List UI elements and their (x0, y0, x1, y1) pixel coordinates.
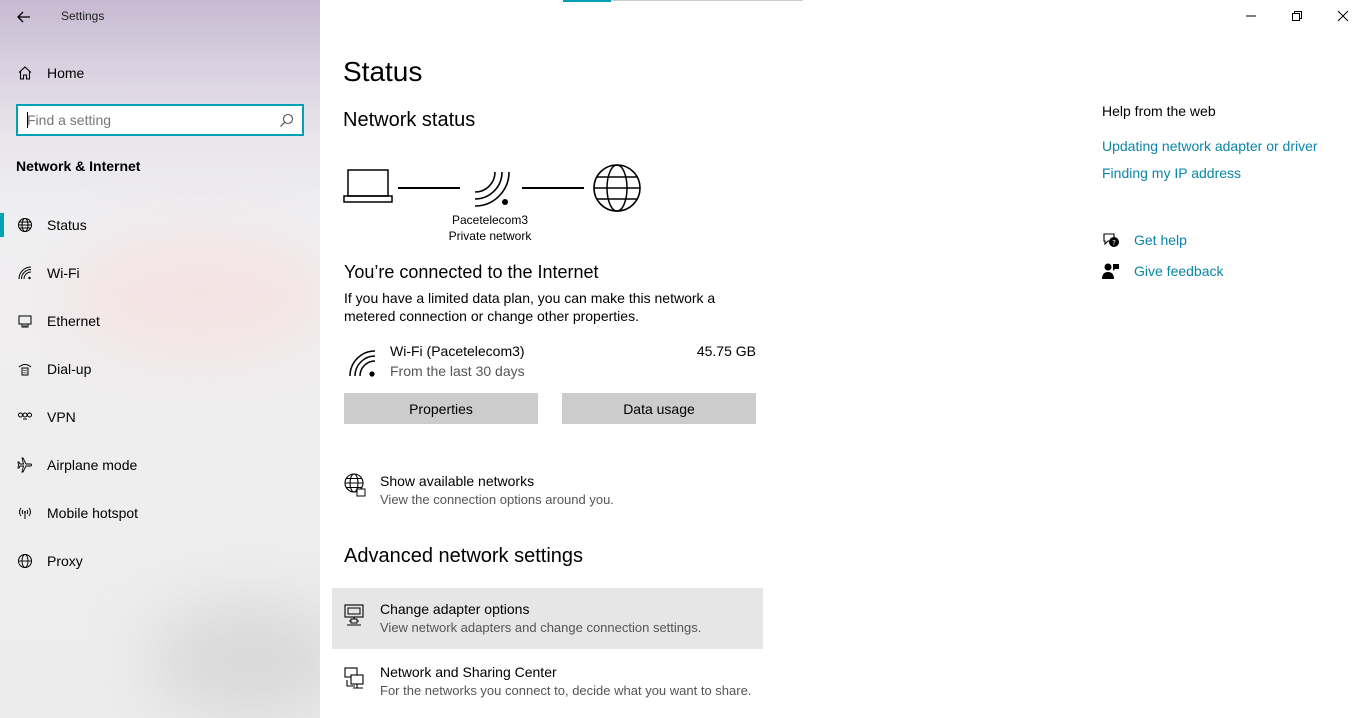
svg-text:?: ? (1112, 239, 1116, 247)
change-adapter-options-link[interactable]: Change adapter options View network adap… (332, 588, 763, 649)
app-title: Settings (61, 9, 105, 23)
sidebar-item-vpn[interactable]: VPN (0, 399, 320, 447)
wifi-icon (474, 171, 510, 207)
backdrop-blur (150, 600, 320, 718)
globe-icon (16, 216, 34, 234)
get-help-icon: ? (1103, 233, 1119, 247)
restore-button[interactable] (1274, 0, 1320, 32)
sidebar-item-dialup[interactable]: Dial-up (0, 351, 320, 399)
sidebar-item-label: Airplane mode (47, 457, 138, 473)
sidebar-item-label: VPN (47, 409, 76, 425)
minimize-icon (1246, 15, 1256, 17)
data-usage-button[interactable]: Data usage (562, 393, 756, 424)
row-title: Network and Sharing Center (380, 664, 557, 680)
sidebar-item-ethernet[interactable]: Ethernet (0, 303, 320, 351)
back-arrow-icon (17, 11, 30, 23)
give-feedback-label: Give feedback (1134, 263, 1224, 279)
globe-icon (16, 552, 34, 570)
properties-button[interactable]: Properties (344, 393, 538, 424)
network-diagram: Pacetelecom3 Private network (343, 160, 643, 250)
vpn-icon (16, 408, 34, 426)
network-status-header: Network status (343, 109, 476, 131)
restore-icon (1292, 11, 1302, 21)
sidebar-nav: Status Wi-Fi Ethernet Dial-up VPN Airpla… (0, 207, 320, 591)
back-button[interactable] (10, 4, 38, 30)
help-link-find-ip[interactable]: Finding my IP address (1102, 165, 1241, 181)
sidebar-item-home[interactable]: Home (0, 56, 320, 90)
connection-name: Wi-Fi (Pacetelecom3) (390, 343, 525, 359)
connection-line (398, 187, 460, 189)
close-icon (1337, 10, 1349, 22)
network-adapter-icon (344, 604, 364, 626)
usage-period: From the last 30 days (390, 363, 525, 379)
section-title: Network & Internet (16, 158, 141, 174)
row-desc: View network adapters and change connect… (380, 620, 702, 635)
close-button[interactable] (1320, 0, 1362, 32)
sidebar-item-label: Ethernet (47, 313, 100, 329)
sidebar-item-label: Mobile hotspot (47, 505, 139, 521)
connection-line (522, 187, 584, 189)
sidebar: Settings Home Network & Internet Status … (0, 0, 320, 718)
sidebar-item-label: Proxy (47, 553, 83, 569)
get-help-label: Get help (1134, 232, 1187, 248)
row-title: Change adapter options (380, 601, 530, 617)
globe-icon (593, 164, 641, 212)
row-desc: View the connection options around you. (380, 492, 614, 507)
dialup-icon (16, 360, 34, 378)
hotspot-icon (16, 504, 34, 522)
sharing-center-icon (344, 667, 364, 689)
airplane-icon (16, 456, 34, 474)
selection-indicator (0, 213, 4, 237)
title-bar: Settings (0, 0, 320, 34)
advanced-settings-header: Advanced network settings (344, 545, 584, 567)
sidebar-item-label: Status (47, 217, 87, 233)
wifi-icon (349, 350, 376, 377)
sidebar-item-label: Dial-up (47, 361, 92, 377)
minimize-button[interactable] (1228, 0, 1274, 32)
home-icon (16, 64, 34, 82)
network-sharing-center-link[interactable]: Network and Sharing Center For the netwo… (332, 651, 763, 712)
search-box[interactable] (16, 104, 304, 136)
ethernet-icon (16, 312, 34, 330)
network-type-label: Private network (448, 229, 532, 243)
connection-status-title: You’re connected to the Internet (344, 262, 599, 282)
help-from-web-header: Help from the web (1102, 103, 1216, 119)
search-input[interactable] (27, 112, 277, 128)
sidebar-item-label: Wi-Fi (47, 265, 80, 281)
network-globe-icon (344, 473, 366, 497)
connection-summary: Wi-Fi (Pacetelecom3) From the last 30 da… (344, 342, 756, 382)
tab-indicator (563, 0, 611, 2)
row-desc: For the networks you connect to, decide … (380, 683, 752, 698)
home-label: Home (47, 65, 85, 81)
feedback-icon (1102, 263, 1119, 279)
help-link-update-adapter[interactable]: Updating network adapter or driver (1102, 138, 1318, 154)
sidebar-item-status[interactable]: Status (0, 207, 320, 255)
sidebar-item-proxy[interactable]: Proxy (0, 543, 320, 591)
laptop-icon (343, 169, 393, 203)
search-icon[interactable] (279, 113, 294, 128)
network-name-label: Pacetelecom3 (451, 213, 529, 227)
sidebar-item-mobile-hotspot[interactable]: Mobile hotspot (0, 495, 320, 543)
show-available-networks-link[interactable]: Show available networks View the connect… (332, 457, 763, 518)
page-title: Status (343, 56, 423, 87)
data-usage-amount: 45.75 GB (696, 343, 756, 359)
row-title: Show available networks (380, 473, 535, 489)
sidebar-item-wifi[interactable]: Wi-Fi (0, 255, 320, 303)
connection-status-desc: If you have a limited data plan, you can… (344, 290, 716, 324)
wifi-icon (16, 264, 34, 282)
sidebar-item-airplane-mode[interactable]: Airplane mode (0, 447, 320, 495)
